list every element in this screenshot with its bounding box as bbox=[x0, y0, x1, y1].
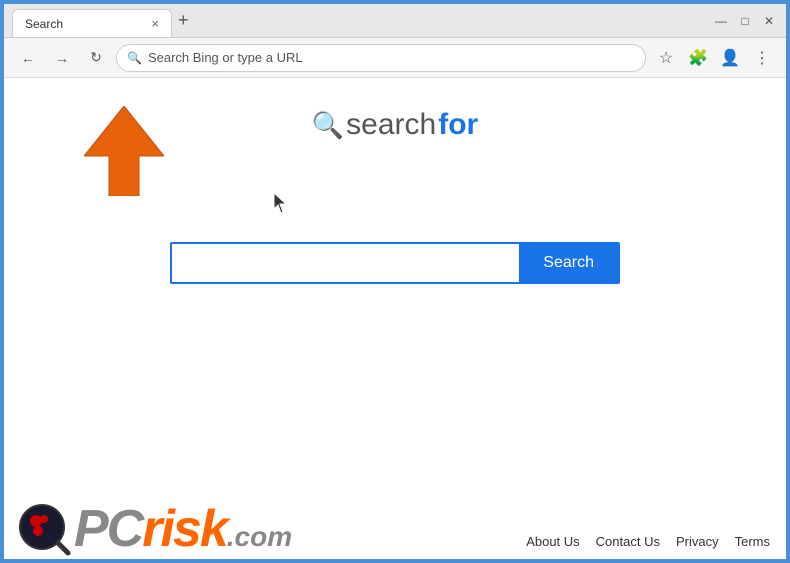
new-tab-button[interactable]: + bbox=[172, 10, 195, 31]
favorites-button[interactable]: ☆ bbox=[652, 44, 680, 72]
refresh-button[interactable]: ↻ bbox=[82, 44, 110, 72]
window-controls: — □ ✕ bbox=[712, 12, 778, 30]
navigation-bar: ← → ↻ 🔍 Search Bing or type a URL ☆ 🧩 👤 … bbox=[4, 38, 786, 78]
footer-pc-text: PC bbox=[74, 500, 142, 558]
minimize-button[interactable]: — bbox=[712, 12, 730, 30]
forward-button[interactable]: → bbox=[48, 44, 76, 72]
search-container: Search bbox=[170, 242, 620, 284]
contact-us-link[interactable]: Contact Us bbox=[596, 534, 660, 549]
search-input[interactable] bbox=[172, 244, 519, 282]
profile-button[interactable]: 👤 bbox=[716, 44, 744, 72]
privacy-link[interactable]: Privacy bbox=[676, 534, 719, 549]
browser-tab[interactable]: Search × bbox=[12, 9, 172, 37]
search-button[interactable]: Search bbox=[519, 244, 618, 282]
tab-close-button[interactable]: × bbox=[151, 16, 159, 31]
page-footer: PCrisk.com About Us Contact Us Privacy T… bbox=[4, 439, 786, 559]
pcrisk-icon bbox=[14, 499, 74, 559]
address-text: Search Bing or type a URL bbox=[148, 50, 635, 65]
tab-label: Search bbox=[25, 17, 63, 31]
footer-logo-text: PCrisk.com bbox=[74, 499, 292, 559]
footer-risk-text: risk bbox=[142, 500, 227, 558]
logo-text-search: search bbox=[346, 108, 436, 142]
address-search-icon: 🔍 bbox=[127, 51, 142, 65]
address-bar[interactable]: 🔍 Search Bing or type a URL bbox=[116, 44, 646, 72]
orange-arrow-icon bbox=[84, 106, 164, 196]
browser-window: Search × + — □ ✕ ← → ↻ 🔍 Search Bing or … bbox=[2, 2, 788, 561]
extensions-button[interactable]: 🧩 bbox=[684, 44, 712, 72]
about-us-link[interactable]: About Us bbox=[526, 534, 579, 549]
footer-com-text: .com bbox=[227, 521, 292, 552]
footer-links: About Us Contact Us Privacy Terms bbox=[526, 534, 770, 549]
menu-button[interactable]: ⋮ bbox=[748, 44, 776, 72]
close-button[interactable]: ✕ bbox=[760, 12, 778, 30]
footer-logo-area: PCrisk.com bbox=[14, 499, 292, 559]
nav-icons-right: ☆ 🧩 👤 ⋮ bbox=[652, 44, 776, 72]
tab-area: Search × + bbox=[12, 4, 704, 37]
logo-search-icon: 🔍 bbox=[312, 110, 344, 141]
logo-text-for: for bbox=[438, 108, 478, 142]
back-button[interactable]: ← bbox=[14, 44, 42, 72]
logo-area: 🔍 searchfor bbox=[312, 108, 478, 142]
terms-link[interactable]: Terms bbox=[735, 534, 770, 549]
page-content: 🔍 searchfor Search bbox=[4, 78, 786, 559]
cursor-indicator bbox=[274, 193, 288, 213]
title-bar: Search × + — □ ✕ bbox=[4, 4, 786, 38]
maximize-button[interactable]: □ bbox=[736, 12, 754, 30]
